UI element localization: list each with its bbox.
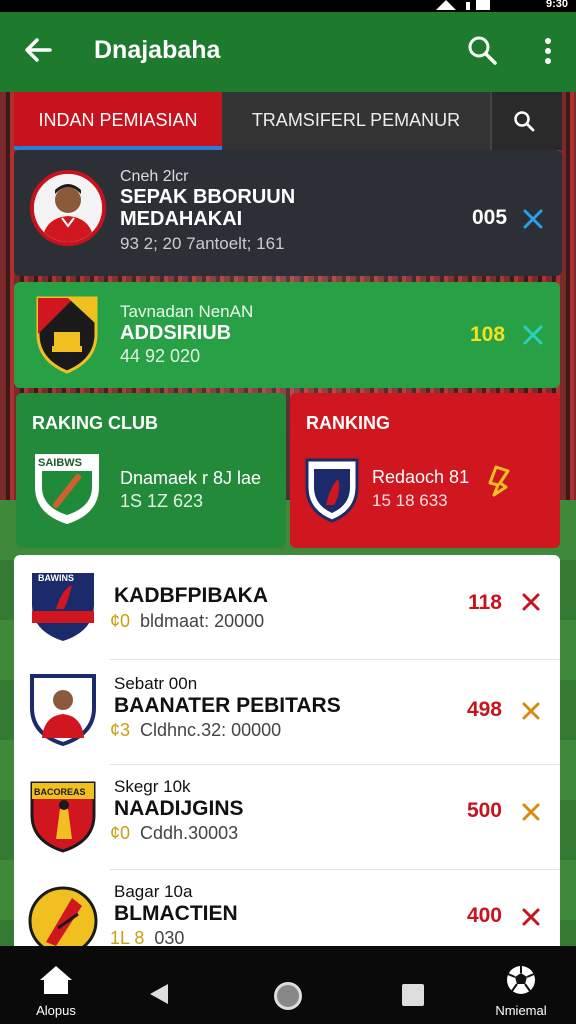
club-card[interactable]: Tavnadan NenAN ADDSIRIUB 44 92 020 108 bbox=[14, 282, 560, 388]
signal-icons bbox=[436, 0, 490, 10]
list-item-meta-text: 030 bbox=[154, 928, 185, 948]
club-meta: 44 92 020 bbox=[120, 346, 201, 366]
ranking-club-heading: RAKING CLUB bbox=[32, 413, 158, 433]
list-item-prefix: ¢0 bbox=[110, 611, 131, 631]
ranking-heading: RANKING bbox=[306, 413, 390, 433]
ranking-club-card[interactable]: RAKING CLUB SAIBWS Dnamaek r 8J lae 1S 1… bbox=[16, 393, 286, 548]
soccer-ball-icon bbox=[507, 966, 535, 994]
list-item-score: 500 bbox=[466, 799, 502, 822]
featured-player-meta: 93 2; 20 7antoelt; 161 bbox=[120, 234, 285, 253]
list-item[interactable]: Sebatr 00n BAANATER PEBITARS ¢3 Cldhnc.32… bbox=[14, 660, 560, 765]
club-score: 108 bbox=[470, 323, 506, 346]
crest-label: BACOREAS bbox=[34, 787, 86, 797]
ranking-club-meta: 1S 1Z 623 bbox=[120, 491, 204, 511]
tab-indan-pemiasian[interactable]: INDAN PEMIASIAN bbox=[14, 92, 222, 150]
close-icon[interactable] bbox=[520, 906, 542, 928]
featured-player-card[interactable]: Cneh 2lcr SEPAK BBORUUN MEDAHAKAI 93 2; … bbox=[14, 150, 562, 276]
tab-transfer[interactable]: TRAMSIFERL PEMANUR bbox=[222, 92, 490, 150]
list-item-score: 400 bbox=[466, 904, 502, 927]
close-icon[interactable] bbox=[522, 324, 544, 346]
bottom-navigation-bar: Alopus Nmiemal bbox=[0, 946, 576, 1024]
close-icon[interactable] bbox=[520, 700, 542, 722]
list-item-name: BAANATER PEBITARS bbox=[114, 694, 341, 717]
list-item[interactable]: Bagar 10a BLMACTIEN 1L 8 030 400 bbox=[14, 870, 560, 950]
system-home-icon[interactable] bbox=[274, 982, 302, 1010]
list-item-prefix: ¢3 bbox=[110, 720, 131, 740]
search-icon bbox=[514, 111, 535, 132]
status-bar: 9:30 bbox=[0, 0, 576, 12]
system-recents-icon[interactable] bbox=[402, 984, 424, 1006]
list-item-small: Bagar 10a bbox=[114, 882, 193, 901]
featured-player-name-line2: MEDAHAKAI bbox=[120, 208, 243, 230]
list-item-prefix: ¢0 bbox=[110, 823, 131, 843]
home-icon bbox=[40, 966, 72, 994]
list-item-name: BLMACTIEN bbox=[114, 902, 238, 925]
list-item-score: 118 bbox=[468, 591, 502, 614]
list-item-meta: ¢3 Cldhnc.32: 00000 bbox=[110, 720, 281, 741]
list-item-small: Skegr 10k bbox=[114, 777, 191, 796]
more-options-icon[interactable] bbox=[538, 36, 558, 66]
list-item-meta-text: Cldhnc.32: 00000 bbox=[140, 720, 282, 740]
player-badge-icon bbox=[30, 674, 96, 746]
club-small-label: Tavnadan NenAN bbox=[120, 302, 254, 321]
ranking-club-name: Dnamaek r 8J lae bbox=[120, 468, 262, 488]
status-time: 9:30 bbox=[545, 0, 568, 10]
nav-home-button[interactable]: Alopus bbox=[30, 964, 82, 1018]
close-icon[interactable] bbox=[520, 591, 542, 613]
list-item-prefix: 1L 8 bbox=[110, 928, 145, 948]
crest-label: BAWINS bbox=[38, 573, 74, 583]
list-item-score: 498 bbox=[466, 698, 502, 721]
list-item-meta-text: bldmaat: 20000 bbox=[140, 611, 265, 631]
featured-player-name-line1: SEPAK BBORUUN bbox=[120, 186, 296, 208]
nav-ball-button[interactable]: Nmiemal bbox=[486, 964, 556, 1018]
nav-home-label: Alopus bbox=[36, 1003, 76, 1018]
list-item-meta: ¢0 Cddh.30003 bbox=[110, 823, 238, 844]
ranking-card[interactable]: RANKING Redaoch 81 15 18 633 bbox=[290, 393, 560, 548]
player-list: BAWINS KADBFPIBAKA ¢0 bldmaat: 20000 118 … bbox=[14, 555, 560, 950]
page-title: Dnajabaha bbox=[94, 36, 221, 64]
close-icon[interactable] bbox=[520, 801, 542, 823]
nav-ball-label: Nmiemal bbox=[495, 1003, 547, 1018]
search-icon[interactable] bbox=[466, 34, 498, 66]
club-crest-icon bbox=[28, 886, 98, 950]
list-item-meta-text: Cddh.30003 bbox=[140, 823, 239, 843]
trophy-icon[interactable] bbox=[486, 463, 514, 499]
list-item-small: Sebatr 00n bbox=[114, 674, 198, 693]
club-name: ADDSIRIUB bbox=[120, 322, 232, 344]
system-back-icon[interactable] bbox=[148, 982, 170, 1006]
ranking-club-crest-text: SAIBWS bbox=[38, 457, 82, 469]
club-crest-icon bbox=[36, 296, 98, 374]
back-arrow-icon[interactable] bbox=[22, 34, 54, 66]
close-icon[interactable] bbox=[522, 208, 544, 230]
ranking-name: Redaoch 81 bbox=[372, 467, 470, 487]
ranking-meta: 15 18 633 bbox=[372, 491, 448, 510]
list-item-meta: ¢0 bldmaat: 20000 bbox=[110, 611, 264, 632]
list-item[interactable]: BACOREAS Skegr 10k NAADIJGINS ¢0 Cddh.300… bbox=[14, 765, 560, 870]
tab-search-button[interactable] bbox=[490, 92, 562, 150]
app-bar: Dnajabaha bbox=[0, 12, 576, 92]
tab-bar: INDAN PEMIASIAN TRAMSIFERL PEMANUR bbox=[14, 92, 562, 150]
featured-small-label: Cneh 2lcr bbox=[120, 168, 189, 185]
list-item-name: NAADIJGINS bbox=[114, 797, 244, 820]
player-avatar bbox=[30, 170, 106, 246]
club-crest-icon bbox=[305, 458, 359, 523]
list-item[interactable]: BAWINS KADBFPIBAKA ¢0 bldmaat: 20000 118 bbox=[14, 555, 560, 660]
featured-score: 005 bbox=[472, 206, 508, 229]
list-item-name: KADBFPIBAKA bbox=[114, 584, 268, 607]
